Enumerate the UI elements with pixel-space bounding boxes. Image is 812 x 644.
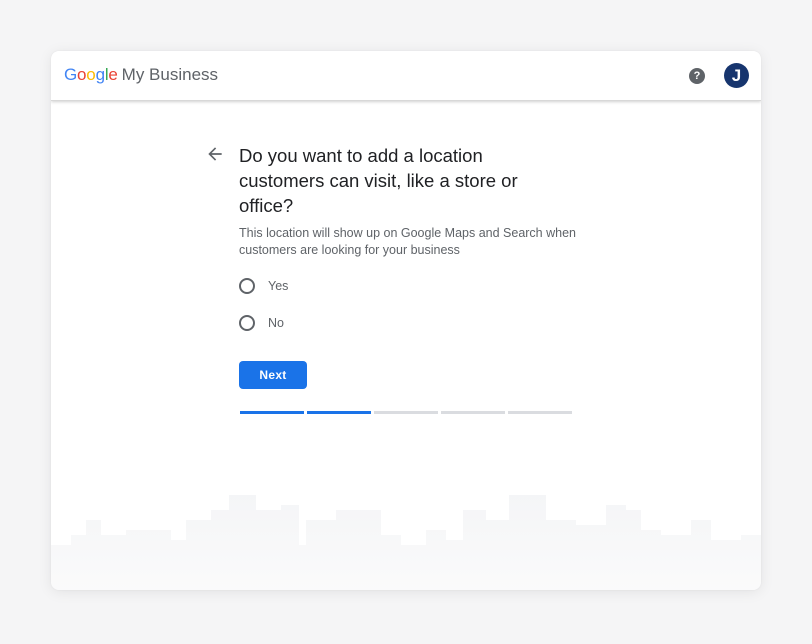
account-avatar[interactable]: J (724, 63, 749, 88)
help-icon[interactable]: ? (689, 68, 705, 84)
step-progress-bar (240, 411, 572, 414)
radio-option-no[interactable]: No (239, 315, 284, 331)
radio-label-no: No (268, 316, 284, 330)
brand-logo[interactable]: Google My Business (64, 65, 218, 85)
progress-segment (307, 411, 371, 414)
progress-segment (508, 411, 572, 414)
radio-option-yes[interactable]: Yes (239, 278, 288, 294)
radio-button-no[interactable] (239, 315, 255, 331)
question-description: This location will show up on Google Map… (239, 226, 576, 257)
back-arrow-icon[interactable] (205, 144, 225, 164)
progress-segment (374, 411, 438, 414)
progress-segment (240, 411, 304, 414)
page-question: Do you want to add a location customers … (239, 145, 518, 216)
product-name: My Business (121, 65, 219, 84)
radio-button-yes[interactable] (239, 278, 255, 294)
app-bar: Google My Business ? J (51, 51, 761, 101)
google-wordmark: Google (64, 65, 118, 84)
next-button[interactable]: Next (239, 361, 307, 389)
progress-segment (441, 411, 505, 414)
skyline-illustration (51, 495, 761, 590)
radio-label-yes: Yes (268, 279, 289, 293)
setup-card: Google My Business ? J Do you want to ad… (51, 51, 761, 590)
